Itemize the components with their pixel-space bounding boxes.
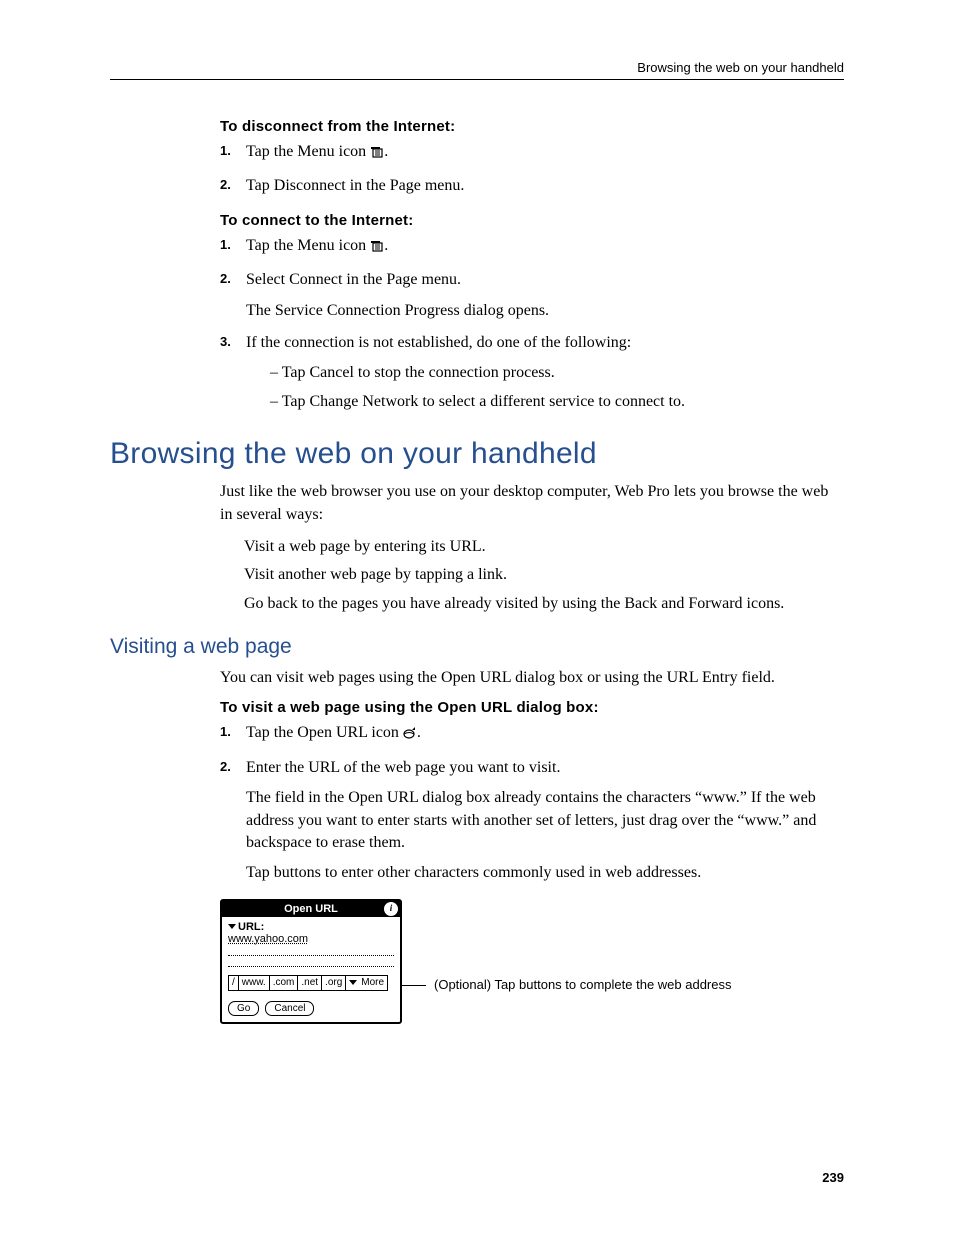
page-number: 239	[822, 1170, 844, 1185]
www-button[interactable]: www.	[239, 975, 270, 991]
step: 1. Tap the Menu icon .	[220, 141, 844, 165]
input-line[interactable]	[228, 947, 394, 956]
step-text: Tap Disconnect in the Page menu.	[246, 177, 464, 194]
bullet-item: Visit a web page by entering its URL.	[244, 536, 844, 558]
step-tail: .	[384, 143, 388, 160]
step-text: Select Connect in the Page menu.	[246, 271, 461, 288]
sub-step: – Tap Cancel to stop the connection proc…	[270, 362, 844, 384]
step: 2. Enter the URL of the web page you wan…	[220, 757, 844, 885]
info-icon[interactable]: i	[384, 902, 398, 916]
menu-icon	[370, 237, 384, 259]
input-line[interactable]	[228, 958, 394, 967]
step: 3. If the connection is not established,…	[220, 332, 844, 413]
menu-icon	[370, 143, 384, 165]
callout-text: (Optional) Tap buttons to complete the w…	[434, 976, 732, 994]
more-button[interactable]: More	[346, 975, 388, 991]
dropdown-icon[interactable]	[228, 924, 236, 929]
go-button[interactable]: Go	[228, 1001, 259, 1016]
url-field[interactable]: www.yahoo.com	[228, 933, 308, 945]
url-label: URL:	[238, 921, 264, 933]
open-url-icon	[403, 724, 417, 746]
running-header: Browsing the web on your handheld	[110, 60, 844, 80]
bullet-item: Visit another web page by tapping a link…	[244, 564, 844, 586]
open-url-dialog: Open URL i URL: www.yahoo.com / www. .co…	[220, 899, 402, 1024]
body-paragraph: You can visit web pages using the Open U…	[220, 667, 844, 689]
step-text: Enter the URL of the web page you want t…	[246, 759, 560, 776]
step-number: 1.	[220, 723, 231, 741]
callout-leader-line	[402, 985, 426, 986]
step: 1. Tap the Menu icon .	[220, 235, 844, 259]
net-button[interactable]: .net	[298, 975, 322, 991]
procedure-title-disconnect: To disconnect from the Internet:	[220, 118, 844, 135]
step-text: Tap the Menu icon	[246, 143, 370, 160]
subsection-heading: Visiting a web page	[110, 635, 844, 659]
sub-step: – Tap Change Network to select a differe…	[270, 391, 844, 413]
step-number: 1.	[220, 236, 231, 254]
step: 2. Tap Disconnect in the Page menu.	[220, 175, 844, 197]
step-number: 2.	[220, 270, 231, 288]
step-number: 3.	[220, 333, 231, 351]
step-followup: Tap buttons to enter other characters co…	[246, 862, 844, 884]
com-button[interactable]: .com	[270, 975, 299, 991]
org-button[interactable]: .org	[322, 975, 346, 991]
step: 2. Select Connect in the Page menu. The …	[220, 269, 844, 322]
step-number: 1.	[220, 142, 231, 160]
step-number: 2.	[220, 758, 231, 776]
step-tail: .	[384, 237, 388, 254]
step-tail: .	[417, 724, 421, 741]
bullet-item: Go back to the pages you have already vi…	[244, 593, 844, 615]
chevron-down-icon	[349, 980, 357, 985]
procedure-title-connect: To connect to the Internet:	[220, 212, 844, 229]
dialog-title-bar: Open URL i	[222, 901, 400, 917]
section-heading: Browsing the web on your handheld	[110, 437, 844, 471]
intro-paragraph: Just like the web browser you use on you…	[220, 481, 844, 526]
step-text: Tap the Open URL icon	[246, 724, 403, 741]
cancel-button[interactable]: Cancel	[265, 1001, 314, 1016]
step-text: If the connection is not established, do…	[246, 334, 631, 351]
procedure-title-openurl: To visit a web page using the Open URL d…	[220, 699, 844, 716]
step-number: 2.	[220, 176, 231, 194]
shortcut-button-row: / www. .com .net .org More	[228, 975, 394, 991]
step-text: Tap the Menu icon	[246, 237, 370, 254]
slash-button[interactable]: /	[228, 975, 239, 991]
dialog-title-text: Open URL	[284, 903, 338, 915]
step: 1. Tap the Open URL icon .	[220, 722, 844, 746]
step-followup: The field in the Open URL dialog box alr…	[246, 787, 844, 854]
step-followup: The Service Connection Progress dialog o…	[246, 300, 844, 322]
